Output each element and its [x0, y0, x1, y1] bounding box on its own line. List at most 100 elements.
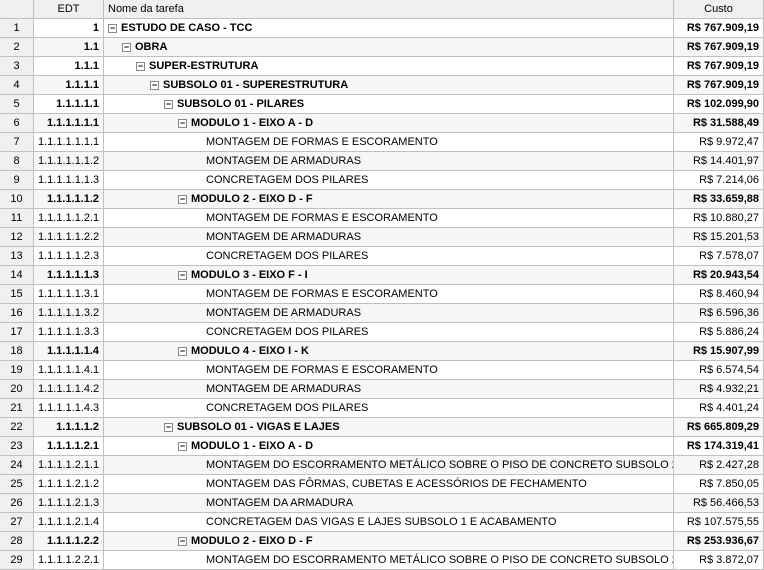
- task-name-cell: MONTAGEM DE ARMADURAS: [104, 228, 674, 247]
- row-number[interactable]: 9: [0, 171, 34, 190]
- collapse-icon[interactable]: −: [178, 442, 187, 451]
- row-number[interactable]: 21: [0, 399, 34, 418]
- edt-cell: 1.1.1: [34, 57, 104, 76]
- task-name-text: MONTAGEM DO ESCORRAMENTO METÁLICO SOBRE …: [206, 459, 674, 472]
- task-name-text: MODULO 3 - EIXO F - I: [191, 269, 308, 282]
- collapse-icon[interactable]: −: [178, 271, 187, 280]
- row-number[interactable]: 17: [0, 323, 34, 342]
- task-name-cell: CONCRETAGEM DAS VIGAS E LAJES SUBSOLO 1 …: [104, 513, 674, 532]
- task-name-text: MONTAGEM DAS FÔRMAS, CUBETAS E ACESSÓRIO…: [206, 478, 587, 491]
- row-number[interactable]: 4: [0, 76, 34, 95]
- edt-cell: 1.1.1.1.2.2.1: [34, 551, 104, 570]
- cost-cell: R$ 767.909,19: [674, 38, 764, 57]
- task-name-cell: MONTAGEM DE FORMAS E ESCORAMENTO: [104, 133, 674, 152]
- task-name-cell: MONTAGEM DE ARMADURAS: [104, 380, 674, 399]
- row-number[interactable]: 14: [0, 266, 34, 285]
- task-name-text: MONTAGEM DE ARMADURAS: [206, 231, 361, 244]
- row-number[interactable]: 16: [0, 304, 34, 323]
- cost-cell: R$ 15.907,99: [674, 342, 764, 361]
- task-name-cell: −SUPER-ESTRUTURA: [104, 57, 674, 76]
- row-number[interactable]: 10: [0, 190, 34, 209]
- task-name-cell: MONTAGEM DO ESCORRAMENTO METÁLICO SOBRE …: [104, 551, 674, 570]
- task-name-cell: −OBRA: [104, 38, 674, 57]
- row-number[interactable]: 23: [0, 437, 34, 456]
- cost-cell: R$ 31.588,49: [674, 114, 764, 133]
- task-name-cell: MONTAGEM DA ARMADURA: [104, 494, 674, 513]
- cost-cell: R$ 7.214,06: [674, 171, 764, 190]
- task-name-text: CONCRETAGEM DOS PILARES: [206, 250, 368, 263]
- cost-cell: R$ 2.427,28: [674, 456, 764, 475]
- row-number[interactable]: 18: [0, 342, 34, 361]
- cost-cell: R$ 20.943,54: [674, 266, 764, 285]
- edt-cell: 1.1.1.1.1.3.1: [34, 285, 104, 304]
- task-name-cell: MONTAGEM DE FORMAS E ESCORAMENTO: [104, 209, 674, 228]
- row-number[interactable]: 12: [0, 228, 34, 247]
- row-number[interactable]: 20: [0, 380, 34, 399]
- row-number[interactable]: 3: [0, 57, 34, 76]
- row-number[interactable]: 6: [0, 114, 34, 133]
- cost-cell: R$ 3.872,07: [674, 551, 764, 570]
- task-name-text: MONTAGEM DE FORMAS E ESCORAMENTO: [206, 364, 438, 377]
- edt-cell: 1.1.1.1.1.2.1: [34, 209, 104, 228]
- cost-cell: R$ 767.909,19: [674, 57, 764, 76]
- row-number[interactable]: 24: [0, 456, 34, 475]
- row-number[interactable]: 7: [0, 133, 34, 152]
- row-number[interactable]: 1: [0, 19, 34, 38]
- edt-cell: 1.1.1.1.1.1.3: [34, 171, 104, 190]
- collapse-icon[interactable]: −: [108, 24, 117, 33]
- edt-cell: 1.1.1.1.1.2.2: [34, 228, 104, 247]
- cost-cell: R$ 4.401,24: [674, 399, 764, 418]
- cost-cell: R$ 102.099,90: [674, 95, 764, 114]
- row-number[interactable]: 15: [0, 285, 34, 304]
- collapse-icon[interactable]: −: [178, 347, 187, 356]
- collapse-icon[interactable]: −: [150, 81, 159, 90]
- collapse-icon[interactable]: −: [178, 119, 187, 128]
- row-number[interactable]: 19: [0, 361, 34, 380]
- collapse-icon[interactable]: −: [164, 423, 173, 432]
- cost-cell: R$ 767.909,19: [674, 19, 764, 38]
- collapse-icon[interactable]: −: [136, 62, 145, 71]
- task-name-text: MODULO 2 - EIXO D - F: [191, 535, 313, 548]
- task-name-text: CONCRETAGEM DOS PILARES: [206, 174, 368, 187]
- row-number[interactable]: 11: [0, 209, 34, 228]
- collapse-icon[interactable]: −: [122, 43, 131, 52]
- cost-cell: R$ 56.466,53: [674, 494, 764, 513]
- row-number[interactable]: 8: [0, 152, 34, 171]
- edt-cell: 1.1.1.1.1.4.2: [34, 380, 104, 399]
- edt-cell: 1.1.1.1.1.3.3: [34, 323, 104, 342]
- row-number[interactable]: 27: [0, 513, 34, 532]
- row-number[interactable]: 22: [0, 418, 34, 437]
- row-number[interactable]: 28: [0, 532, 34, 551]
- cost-cell: R$ 107.575,55: [674, 513, 764, 532]
- cost-cell: R$ 6.596,36: [674, 304, 764, 323]
- cost-cell: R$ 7.850,05: [674, 475, 764, 494]
- task-name-cell: −SUBSOLO 01 - PILARES: [104, 95, 674, 114]
- edt-cell: 1.1.1.1.1.2.3: [34, 247, 104, 266]
- row-number[interactable]: 25: [0, 475, 34, 494]
- task-name-text: MODULO 1 - EIXO A - D: [191, 440, 313, 453]
- edt-cell: 1.1.1.1: [34, 76, 104, 95]
- header-edt: EDT: [34, 0, 104, 19]
- cost-cell: R$ 6.574,54: [674, 361, 764, 380]
- wbs-table: EDT Nome da tarefa Custo 11−ESTUDO DE CA…: [0, 0, 764, 570]
- row-number[interactable]: 5: [0, 95, 34, 114]
- edt-cell: 1.1: [34, 38, 104, 57]
- row-number[interactable]: 29: [0, 551, 34, 570]
- task-name-cell: −MODULO 4 - EIXO I - K: [104, 342, 674, 361]
- collapse-icon[interactable]: −: [164, 100, 173, 109]
- edt-cell: 1.1.1.1.1: [34, 95, 104, 114]
- edt-cell: 1.1.1.1.1.1.1: [34, 133, 104, 152]
- row-number[interactable]: 26: [0, 494, 34, 513]
- cost-cell: R$ 5.886,24: [674, 323, 764, 342]
- collapse-icon[interactable]: −: [178, 537, 187, 546]
- row-number[interactable]: 13: [0, 247, 34, 266]
- task-name-cell: −MODULO 2 - EIXO D - F: [104, 190, 674, 209]
- task-name-text: ESTUDO DE CASO - TCC: [121, 22, 252, 35]
- collapse-icon[interactable]: −: [178, 195, 187, 204]
- header-name: Nome da tarefa: [104, 0, 674, 19]
- task-name-cell: MONTAGEM DE FORMAS E ESCORAMENTO: [104, 361, 674, 380]
- header-rownum: [0, 0, 34, 19]
- task-name-text: MODULO 2 - EIXO D - F: [191, 193, 313, 206]
- task-name-text: CONCRETAGEM DAS VIGAS E LAJES SUBSOLO 1 …: [206, 516, 556, 529]
- row-number[interactable]: 2: [0, 38, 34, 57]
